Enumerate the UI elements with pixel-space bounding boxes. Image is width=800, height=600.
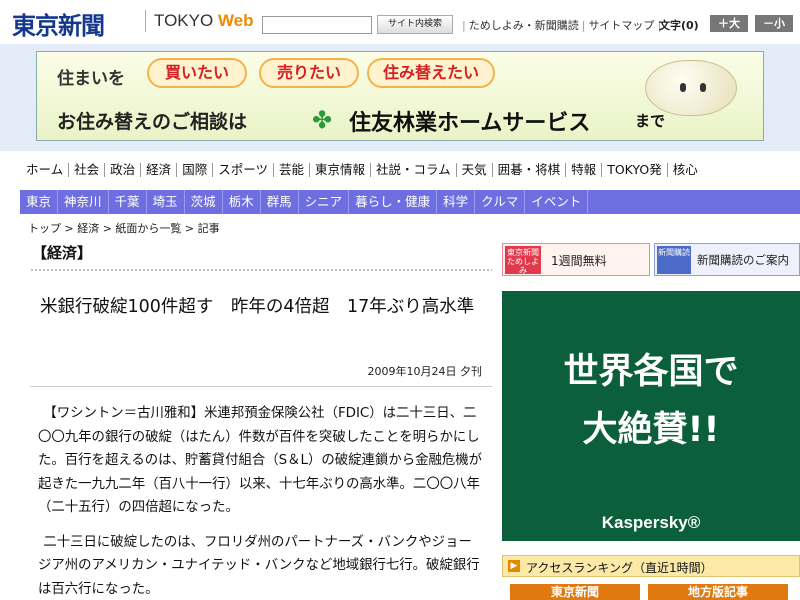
dotted-divider <box>30 268 492 272</box>
breadcrumb[interactable]: トップ > 経済 > 紙面から一覧 > 記事 <box>28 220 220 236</box>
article-date: 2009年10月24日 夕刊 <box>367 365 483 378</box>
nav-item[interactable]: 社説・コラム <box>370 163 456 177</box>
trial-promo-label: 1週間無料 <box>551 254 607 268</box>
access-ranking-header: ▶ アクセスランキング（直近1時間） <box>502 555 800 577</box>
ranking-arrow-icon: ▶ <box>508 560 520 572</box>
sitemap-link[interactable]: サイトマップ <box>585 19 657 32</box>
utility-links: | ためしよみ・新聞購読 | サイトマップ | <box>462 17 661 33</box>
logo-en-main: TOKYO <box>154 11 218 30</box>
regional-nav-item[interactable]: 茨城 <box>185 190 223 214</box>
nav-item[interactable]: スポーツ <box>212 163 273 177</box>
regional-nav-item[interactable]: 神奈川 <box>58 190 109 214</box>
site-logo[interactable]: 東京新聞 <box>12 6 105 41</box>
regional-nav-item[interactable]: 群馬 <box>261 190 299 214</box>
nav-item[interactable]: 社会 <box>68 163 104 177</box>
trial-subscribe-link[interactable]: ためしよみ・新聞購読 <box>466 19 582 32</box>
nav-item[interactable]: 特報 <box>565 163 601 177</box>
regional-nav-item[interactable]: 千葉 <box>109 190 147 214</box>
regional-nav-item[interactable]: シニア <box>299 190 350 214</box>
article-paragraph: 【ワシントン＝古川雅和】米連邦預金保険公社（FDIC）は二十三日、二〇〇九年の銀… <box>38 406 483 515</box>
site-search-button[interactable]: サイト内検索 <box>377 15 453 34</box>
ad-headline-2: 大絶賛!! <box>582 410 720 450</box>
trial-promo-button[interactable]: 東京新聞 ためしよみ 1週間無料 <box>502 243 650 276</box>
regional-nav-item[interactable]: クルマ <box>475 190 526 214</box>
article-paragraph: 二十三日に破綻したのは、フロリダ州のパートナーズ・バンクやジョージア州のアメリカ… <box>38 534 480 597</box>
banner-bubble-sell: 売りたい <box>259 58 359 88</box>
banner-consult-text: お住み替えのご相談は <box>57 111 248 133</box>
article-body: 【ワシントン＝古川雅和】米連邦預金保険公社（FDIC）は二十三日、二〇〇九年の銀… <box>38 402 484 600</box>
nav-item[interactable]: 東京情報 <box>308 163 370 177</box>
section-heading: 【経済】 <box>32 244 93 262</box>
housing-ad-banner[interactable]: 住まいを 買いたい 売りたい 住み替えたい お住み替えのご相談は ✤ 住友林業ホ… <box>36 51 764 141</box>
banner-bubble-move: 住み替えたい <box>367 58 495 88</box>
logo-en-accent: Web <box>217 11 254 30</box>
ranking-tab-tokyo[interactable]: 東京新聞 <box>510 584 640 600</box>
site-logo-english[interactable]: TOKYO Web <box>154 11 254 31</box>
site-header: 東京新聞 TOKYO Web サイト内検索 | ためしよみ・新聞購読 | サイトマップ… <box>0 0 800 44</box>
nav-item[interactable]: 国際 <box>176 163 212 177</box>
ad-headline-1: 世界各国で <box>563 352 739 392</box>
subscribe-promo-button[interactable]: 新聞購読 新聞購読のご案内 <box>654 243 800 276</box>
mascot-image <box>645 60 737 116</box>
nav-item[interactable]: 経済 <box>140 163 176 177</box>
article-title: 米銀行破綻100件超す 昨年の4倍超 17年ぶり高水準 <box>40 297 475 317</box>
search-input[interactable] <box>262 16 372 34</box>
kaspersky-ad[interactable]: 世界各国で 大絶賛!! Kaspersky® <box>502 291 800 541</box>
banner-bubble-buy: 買いたい <box>147 58 247 88</box>
title-divider <box>30 386 492 387</box>
nav-item[interactable]: 核心 <box>666 163 703 177</box>
regional-nav: 東京 神奈川 千葉 埼玉 茨城 栃木 群馬 シニア 暮らし・健康 科学 クルマ イベント <box>20 190 800 214</box>
regional-nav-item[interactable]: 暮らし・健康 <box>349 190 438 214</box>
banner-suffix: まで <box>635 112 666 130</box>
font-size-label: 文字(0) <box>659 19 699 32</box>
nav-item[interactable]: 芸能 <box>272 163 309 177</box>
subscribe-newspaper-icon: 新聞購読 <box>657 246 691 274</box>
nav-item[interactable]: 政治 <box>104 163 140 177</box>
ad-brand: Kaspersky® <box>601 513 701 532</box>
font-smaller-button[interactable]: －小 <box>755 15 793 32</box>
nav-item[interactable]: TOKYO発 <box>601 163 667 177</box>
regional-nav-item[interactable]: 科学 <box>437 190 476 214</box>
regional-nav-item[interactable]: 埼玉 <box>147 190 185 214</box>
banner-brand: 住友林業ホームサービス <box>349 111 591 136</box>
banner-prefix: 住まいを <box>57 69 125 89</box>
regional-nav-item[interactable]: 東京 <box>20 190 59 214</box>
leaf-icon: ✤ <box>311 106 333 134</box>
nav-item[interactable]: ホーム <box>20 163 68 177</box>
regional-nav-item[interactable]: イベント <box>525 190 589 214</box>
subscribe-promo-label: 新聞購読のご案内 <box>697 253 789 267</box>
font-larger-button[interactable]: ＋大 <box>710 15 748 32</box>
nav-item[interactable]: 囲碁・将棋 <box>491 163 566 177</box>
ranking-tab-local[interactable]: 地方版記事 <box>648 584 788 600</box>
primary-nav: ホーム 社会 政治 経済 国際 スポーツ 芸能 東京情報 社説・コラム 天気 囲碁・将棋 特報 TOKY… <box>20 162 800 184</box>
nav-item[interactable]: 天気 <box>455 163 492 177</box>
logo-divider <box>145 10 146 32</box>
trial-newspaper-icon: 東京新聞 ためしよみ <box>505 246 541 275</box>
regional-nav-item[interactable]: 栃木 <box>223 190 261 214</box>
ranking-title: アクセスランキング（直近1時間） <box>526 561 713 575</box>
